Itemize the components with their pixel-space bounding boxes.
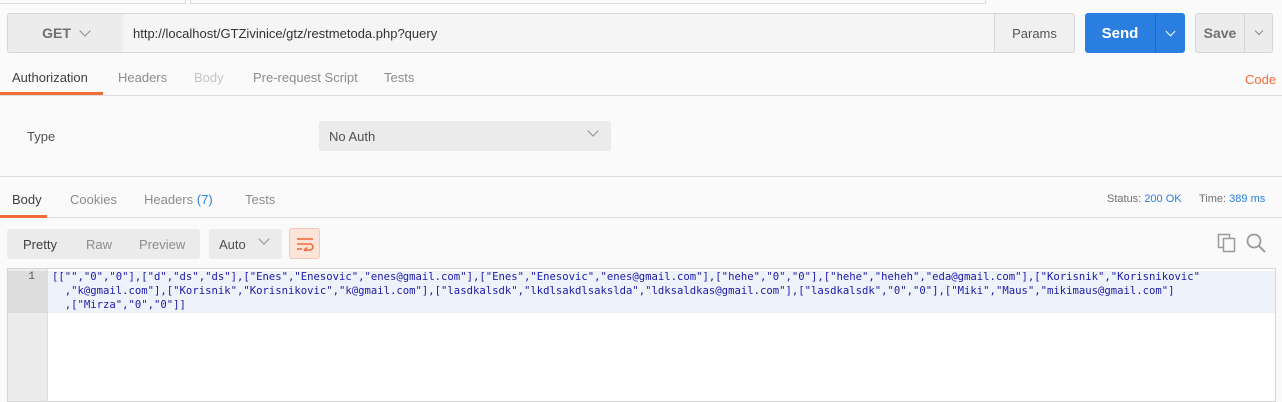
top-tab-left[interactable] <box>0 0 186 4</box>
save-options-button[interactable] <box>1244 13 1273 53</box>
tab-response-tests[interactable]: Tests <box>245 192 275 207</box>
line-number-text: 1 <box>28 271 35 283</box>
tab-authorization[interactable]: Authorization <box>12 70 88 85</box>
top-tab-right[interactable] <box>190 0 986 4</box>
response-json: [["","0","0"],["d","ds","ds"],["Enes","E… <box>52 270 1267 312</box>
tab-body[interactable]: Body <box>194 70 224 85</box>
url-field[interactable] <box>123 13 995 53</box>
tab-tests[interactable]: Tests <box>384 70 414 85</box>
time-info: Time: 389 ms <box>1199 193 1265 205</box>
view-preview-button[interactable]: Preview <box>139 237 185 252</box>
chevron-down-icon <box>1254 26 1263 36</box>
time-label: Time: <box>1199 193 1227 205</box>
auth-panel <box>0 96 1282 177</box>
method-select[interactable]: GET <box>7 13 124 53</box>
status-label: Status: <box>1107 193 1142 205</box>
send-button[interactable]: Send <box>1085 13 1155 53</box>
view-raw-button[interactable]: Raw <box>86 237 112 252</box>
active-response-tab-indicator <box>0 215 47 218</box>
response-body-viewer[interactable]: 1 [["","0","0"],["d","ds","ds"],["Enes",… <box>7 268 1276 402</box>
auth-type-select[interactable]: No Auth <box>319 121 611 151</box>
params-button[interactable]: Params <box>994 13 1075 53</box>
view-pretty-button[interactable]: Pretty <box>23 237 57 252</box>
view-mode-group: Pretty Raw Preview <box>7 229 200 259</box>
wrap-lines-button[interactable] <box>289 228 320 259</box>
line-number: 1 <box>8 271 48 313</box>
code-line: ,"k@gmail.com"],["Korisnik","Korisnikovi… <box>52 285 1175 297</box>
format-value: Auto <box>219 236 246 252</box>
send-options-button[interactable] <box>1155 13 1185 53</box>
status-info: Status: 200 OK <box>1107 193 1182 205</box>
chevron-down-icon <box>587 125 599 137</box>
response-headers-label: Headers <box>144 192 194 207</box>
tab-pre-request-script[interactable]: Pre-request Script <box>253 70 358 85</box>
copy-icon[interactable] <box>1217 233 1237 253</box>
chevron-down-icon <box>258 233 270 245</box>
auth-type-label: Type <box>27 129 56 144</box>
code-line: [["","0","0"],["d","ds","ds"],["Enes","E… <box>52 271 1201 283</box>
time-value[interactable]: 389 ms <box>1229 193 1265 205</box>
tab-response-body[interactable]: Body <box>12 192 42 207</box>
save-button[interactable]: Save <box>1195 13 1245 53</box>
active-tab-indicator <box>0 92 103 95</box>
code-link[interactable]: Code <box>1245 72 1276 87</box>
code-line: ,["Mirza","0","0"]] <box>52 299 186 311</box>
tab-headers[interactable]: Headers <box>118 70 167 85</box>
chevron-down-icon <box>79 25 91 37</box>
status-value[interactable]: 200 OK <box>1144 193 1181 205</box>
url-input[interactable] <box>133 25 994 41</box>
method-label: GET <box>42 25 71 41</box>
wrap-lines-icon <box>296 237 314 251</box>
request-tabs: Authorization Headers Body Pre-request S… <box>0 60 1282 96</box>
auth-type-value: No Auth <box>329 128 376 144</box>
tab-cookies[interactable]: Cookies <box>70 192 117 207</box>
format-select[interactable]: Auto <box>209 229 282 259</box>
headers-count: (7) <box>196 192 213 207</box>
response-tabs: Body Cookies Headers (7) Tests <box>0 178 1282 218</box>
tab-response-headers[interactable]: Headers (7) <box>144 192 213 207</box>
top-tab-strip <box>0 0 1282 4</box>
chevron-down-icon <box>1165 26 1176 36</box>
search-icon[interactable] <box>1246 233 1266 253</box>
